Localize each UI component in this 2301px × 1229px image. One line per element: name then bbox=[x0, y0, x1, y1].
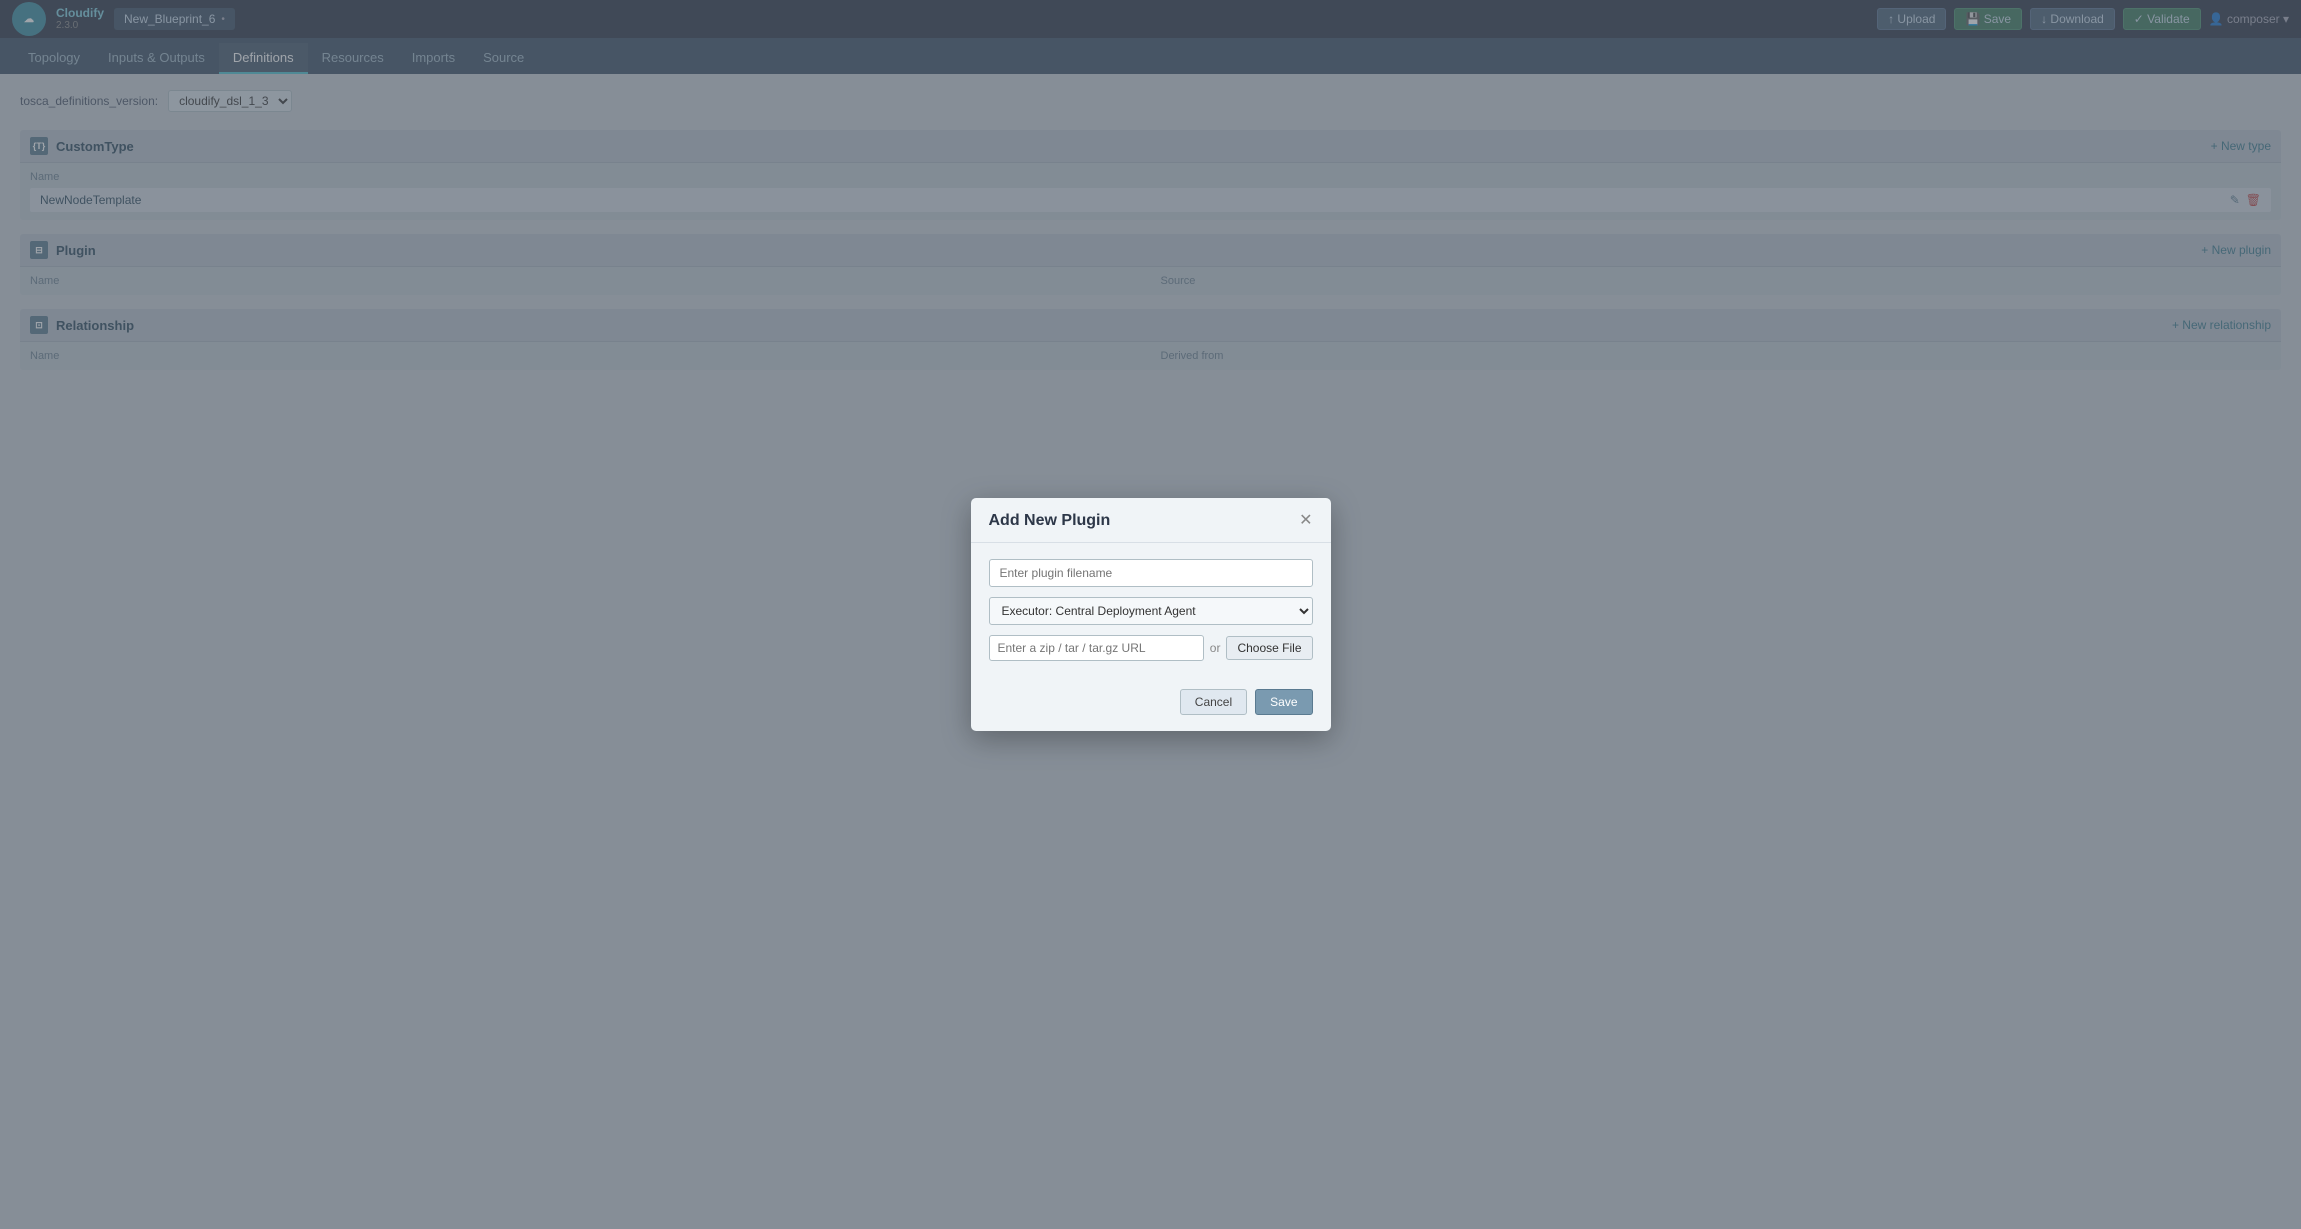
modal-title: Add New Plugin bbox=[989, 512, 1111, 530]
modal-overlay: Add New Plugin ✕ Executor: Central Deplo… bbox=[0, 0, 2301, 1229]
add-plugin-modal: Add New Plugin ✕ Executor: Central Deplo… bbox=[971, 498, 1331, 731]
cancel-button[interactable]: Cancel bbox=[1180, 689, 1247, 715]
url-row: or Choose File bbox=[989, 635, 1313, 661]
executor-select[interactable]: Executor: Central Deployment Agent Host … bbox=[989, 597, 1313, 625]
modal-close-button[interactable]: ✕ bbox=[1299, 513, 1312, 529]
modal-header: Add New Plugin ✕ bbox=[971, 498, 1331, 543]
modal-body: Executor: Central Deployment Agent Host … bbox=[971, 543, 1331, 677]
plugin-url-input[interactable] bbox=[989, 635, 1204, 661]
or-text: or bbox=[1210, 641, 1221, 655]
modal-footer: Cancel Save bbox=[971, 677, 1331, 731]
choose-file-button[interactable]: Choose File bbox=[1226, 636, 1312, 660]
modal-save-button[interactable]: Save bbox=[1255, 689, 1312, 715]
plugin-filename-input[interactable] bbox=[989, 559, 1313, 587]
